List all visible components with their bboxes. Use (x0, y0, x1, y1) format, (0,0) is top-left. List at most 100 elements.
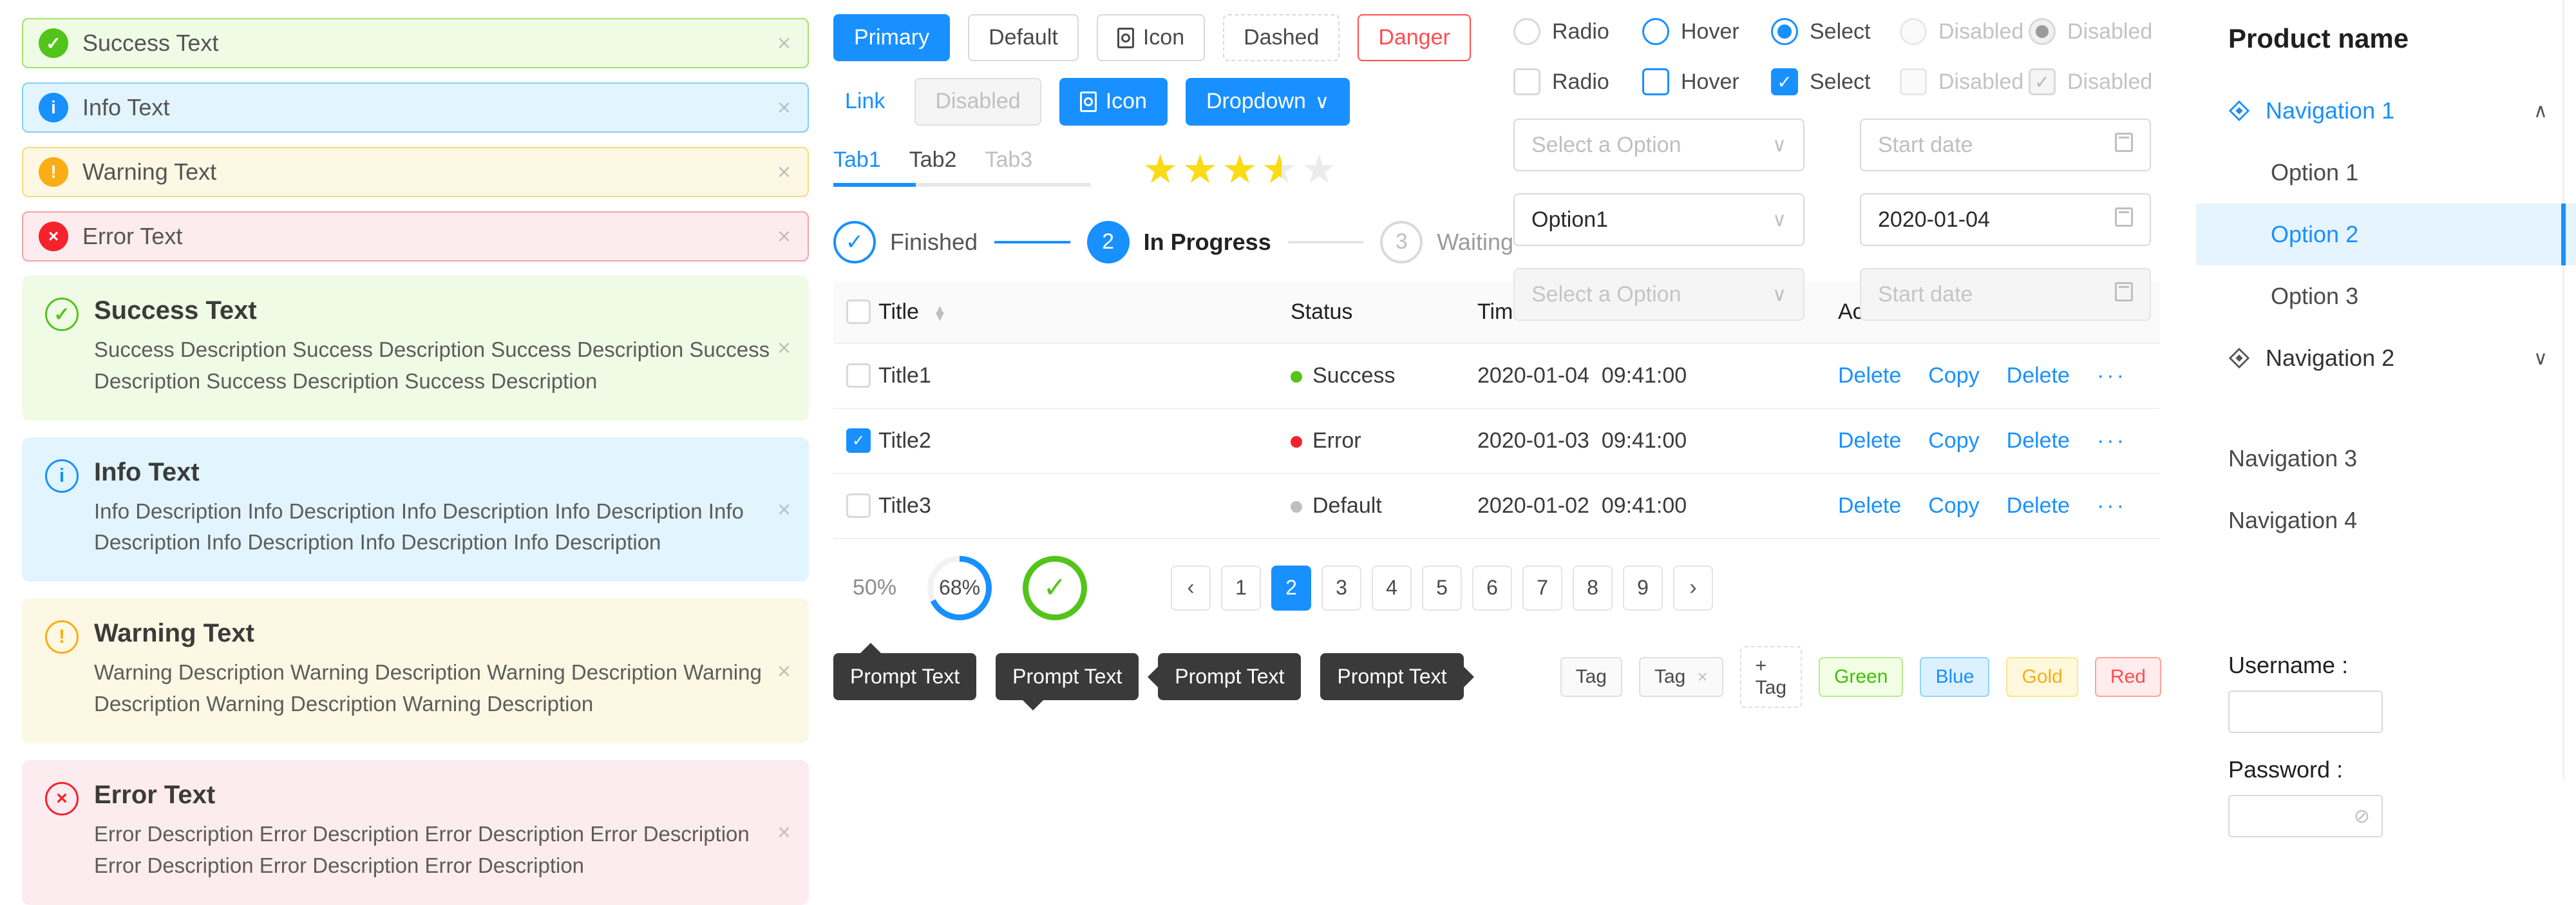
sidebar-item-navigation-1[interactable]: Navigation 1 ∧ (2196, 80, 2576, 142)
status-dot-icon (1291, 435, 1302, 448)
table-header-title[interactable]: Title ▲ ▼ (878, 281, 1291, 344)
star-icon-3[interactable]: ★ (1222, 148, 1262, 192)
checkbox-icon[interactable] (1642, 68, 1669, 95)
star-icon-5[interactable]: ★ (1301, 148, 1341, 192)
icon-button-default[interactable]: Icon (1096, 14, 1206, 62)
progress-circle-success: ✓ (1023, 555, 1088, 620)
radio-selected[interactable]: Select (1771, 18, 1900, 45)
step-label: Waiting (1437, 228, 1513, 255)
close-icon[interactable]: × (777, 32, 791, 55)
datepicker-filled[interactable]: 2020-01-04 (1860, 193, 2151, 246)
step-waiting[interactable]: 3 Waiting (1380, 220, 1513, 263)
sidebar-subitem-option-3[interactable]: Option 3 (2196, 265, 2576, 327)
alert-card-warning: × ! Warning Text Warning Description War… (22, 598, 809, 743)
field-row-1: Select a Option ∨ Start date (1513, 119, 2196, 171)
password-field[interactable]: ⊘ (2228, 795, 2383, 837)
close-icon[interactable]: × (777, 659, 791, 683)
row-checkbox[interactable]: ✓ (846, 428, 871, 453)
radio-row: Radio Hover Select Disabled Disabled (1513, 18, 2196, 45)
pagination-page-6[interactable]: 6 (1472, 565, 1513, 611)
star-icon-4-half[interactable]: ★★ (1262, 149, 1302, 190)
progress-circle-label: 68% (939, 576, 981, 600)
checkbox-label: Radio (1552, 69, 1609, 94)
sidebar-subitem-option-2[interactable]: Option 2 (2196, 204, 2576, 265)
row-checkbox[interactable] (846, 363, 871, 388)
checkbox-icon (1900, 68, 1927, 95)
close-icon[interactable]: × (777, 821, 791, 844)
dropdown-button[interactable]: Dropdown ∨ (1185, 78, 1350, 126)
alert-info-slim: i Info Text × (22, 82, 809, 133)
checkbox-icon-checked: ✓ (2029, 68, 2056, 95)
close-icon[interactable]: × (777, 336, 791, 359)
select-empty[interactable]: Select a Option ∨ (1513, 119, 1804, 171)
sidebar-item-navigation-3[interactable]: Navigation 3 (2196, 428, 2576, 490)
sort-icon[interactable]: ▲▼ (933, 303, 947, 323)
button-row-secondary: Link Disabled Icon Dropdown ∨ (831, 78, 1513, 126)
tabs-and-rating: Tab1 Tab2 Tab3 ★★★★★★ (833, 148, 1513, 190)
step-in-progress[interactable]: 2 In Progress (1086, 220, 1271, 263)
radio-icon[interactable] (1642, 18, 1669, 45)
pagination-page-2[interactable]: 2 (1271, 565, 1312, 611)
link-button[interactable]: Link (833, 78, 896, 125)
sidebar-item-navigation-2[interactable]: Navigation 2 ∨ (2196, 327, 2576, 389)
close-icon[interactable]: × (777, 96, 791, 119)
chevron-down-icon[interactable]: ∨ (2533, 347, 2548, 370)
checkbox-selected[interactable]: ✓ Select (1771, 68, 1900, 95)
table-cell-status: Error (1291, 408, 1477, 474)
icon-button-primary[interactable]: Icon (1059, 78, 1168, 126)
app-root: ✓ Success Text × i Info Text × ! Warning… (0, 0, 2576, 905)
radio-icon[interactable] (1513, 18, 1540, 45)
star-icon-1[interactable]: ★ (1142, 148, 1182, 192)
checkbox-normal[interactable]: Radio (1513, 68, 1642, 95)
pagination-page-4[interactable]: 4 (1372, 565, 1412, 611)
radio-label: Disabled (1938, 19, 2024, 44)
pagination-prev[interactable]: ‹ (1171, 565, 1211, 611)
select-all-checkbox[interactable] (846, 300, 871, 325)
tooltips-and-tags: Prompt Text Prompt Text Prompt Text Prom… (833, 643, 2161, 711)
sidebar-subitem-label: Option 2 (2271, 221, 2359, 247)
datepicker-empty[interactable]: Start date (1860, 119, 2151, 171)
pagination-page-3[interactable]: 3 (1321, 565, 1362, 611)
status-label: Default (1312, 493, 1382, 518)
datepicker-value: 2020-01-04 (1878, 207, 1990, 232)
select-value: Option1 (1531, 207, 1609, 232)
tab-tab2[interactable]: Tab2 (909, 148, 957, 173)
alert-card-info: × i Info Text Info Description Info Desc… (22, 437, 809, 582)
default-button[interactable]: Default (968, 14, 1079, 62)
pagination-page-1[interactable]: 1 (1221, 565, 1262, 611)
close-icon[interactable]: × (777, 497, 791, 521)
radio-normal[interactable]: Radio (1513, 18, 1642, 45)
rating-stars[interactable]: ★★★★★★ (1142, 148, 1341, 190)
close-icon[interactable]: × (777, 225, 791, 248)
star-icon-2[interactable]: ★ (1182, 148, 1222, 192)
row-checkbox[interactable] (846, 493, 871, 519)
step-finished[interactable]: ✓ Finished (833, 220, 978, 263)
chevron-down-icon: ∨ (1772, 209, 1786, 231)
alert-warning-slim: ! Warning Text × (22, 147, 809, 197)
tooltip-right: Prompt Text (1320, 653, 1464, 701)
dashed-button[interactable]: Dashed (1223, 14, 1340, 62)
select-filled[interactable]: Option1 ∨ (1513, 193, 1804, 246)
sidebar-item-navigation-4[interactable]: Navigation 4 (2196, 490, 2576, 551)
document-icon (1079, 91, 1097, 113)
tooltip-top: Prompt Text (833, 643, 977, 701)
checkbox-icon[interactable] (1513, 68, 1540, 95)
danger-button[interactable]: Danger (1358, 14, 1471, 62)
radio-hover[interactable]: Hover (1642, 18, 1771, 45)
radio-label: Disabled (2067, 19, 2153, 44)
controls-column: Primary Default Icon Dashed Danger Link … (831, 0, 2161, 888)
sidebar-subitem-option-1[interactable]: Option 1 (2196, 142, 2576, 204)
radio-icon-checked[interactable] (1771, 18, 1798, 45)
pagination-page-5[interactable]: 5 (1422, 565, 1463, 611)
username-field[interactable] (2228, 691, 2383, 733)
checkbox-hover[interactable]: Hover (1642, 68, 1771, 95)
close-icon[interactable]: × (777, 160, 791, 184)
primary-button[interactable]: Primary (833, 14, 951, 62)
datepicker-value: Start date (1878, 132, 1973, 157)
diamond-icon (2228, 100, 2250, 122)
eye-off-icon[interactable]: ⊘ (2354, 805, 2370, 828)
sidebar: Product name Navigation 1 ∧ Option 1 Opt… (2196, 0, 2576, 888)
checkbox-icon-checked[interactable]: ✓ (1771, 68, 1798, 95)
tab-tab1[interactable]: Tab1 (833, 148, 881, 173)
chevron-up-icon[interactable]: ∧ (2533, 100, 2548, 122)
